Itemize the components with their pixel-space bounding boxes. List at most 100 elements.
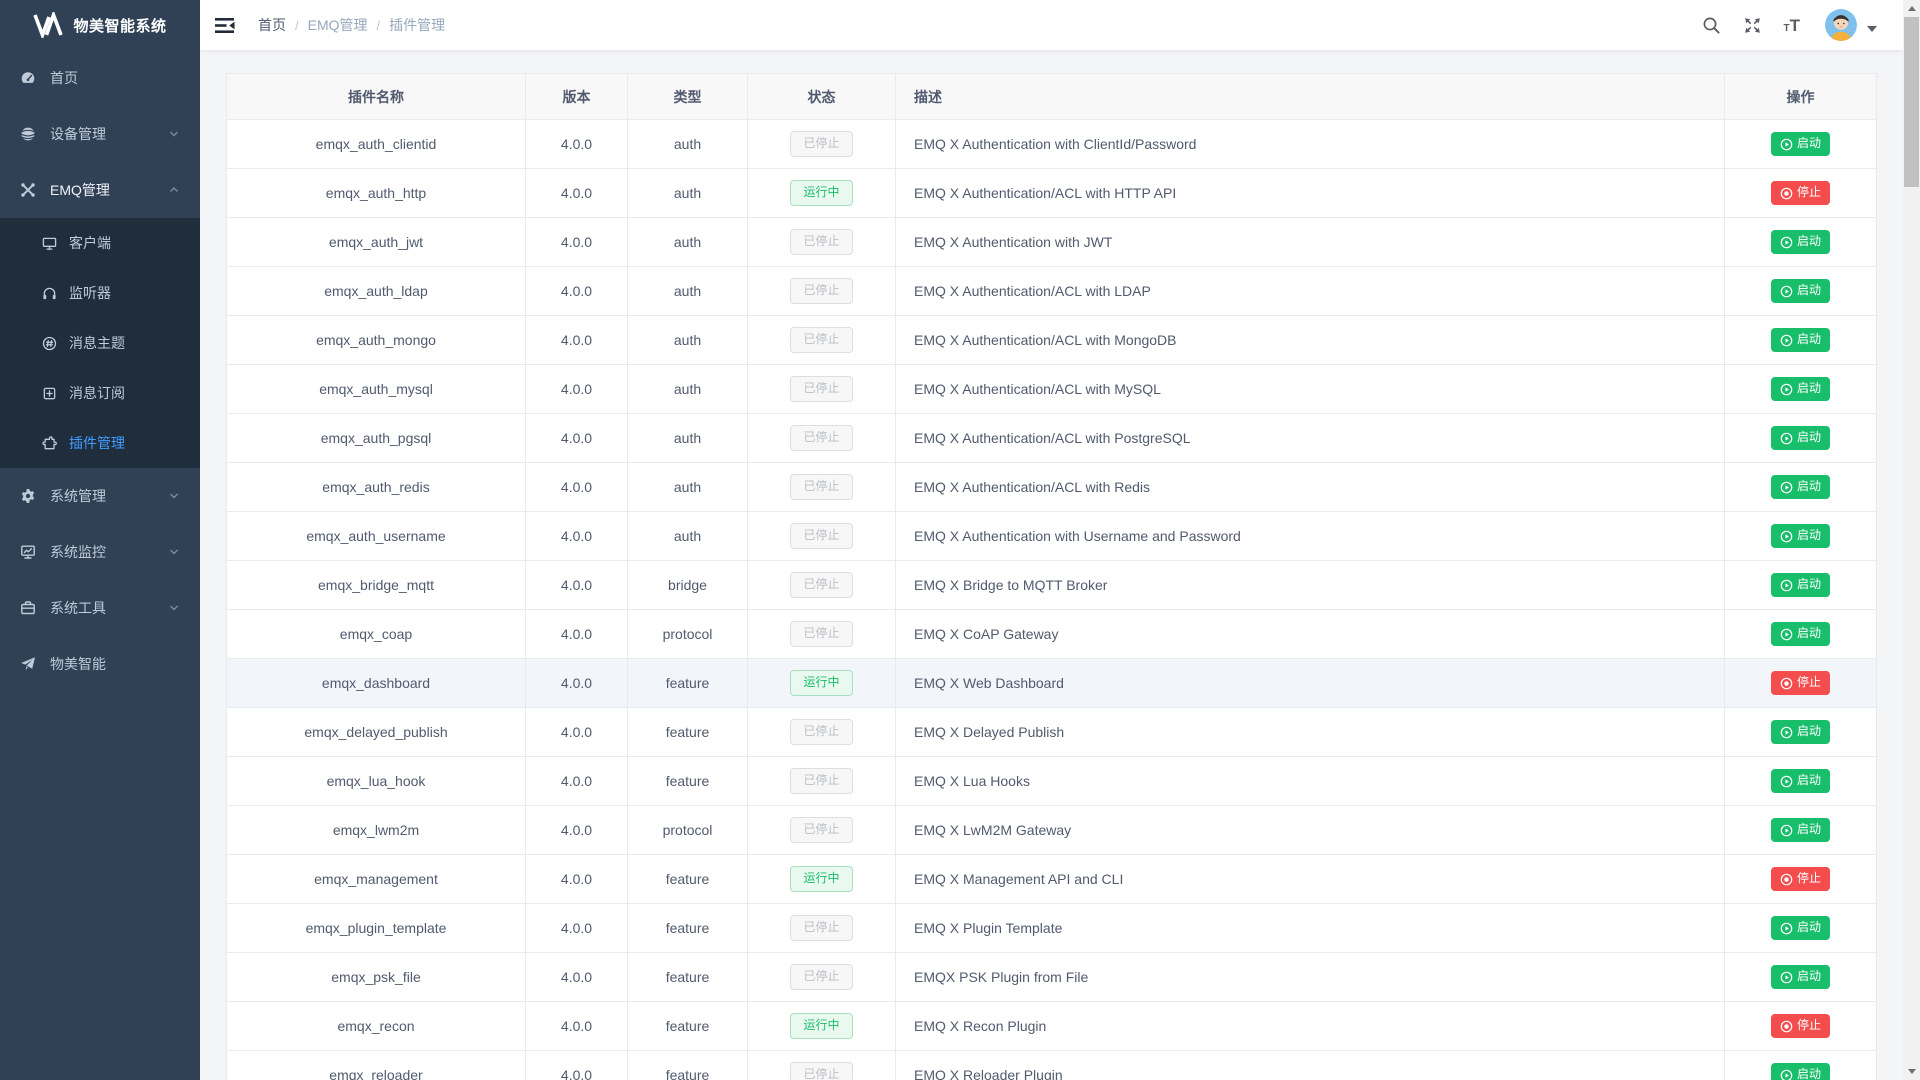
avatar [1825, 9, 1857, 41]
start-plugin-button[interactable]: 启动 [1771, 622, 1830, 645]
status-badge: 已停止 [790, 768, 852, 793]
status-badge: 运行中 [790, 1013, 852, 1038]
start-plugin-button[interactable]: 启动 [1771, 132, 1830, 155]
action-button-label: 启动 [1797, 284, 1821, 297]
caret-down-icon [1867, 26, 1877, 32]
hamburger-fold-icon [215, 17, 235, 34]
vertical-scrollbar[interactable] [1903, 0, 1920, 1080]
sidebar-item-listeners[interactable]: 监听器 [0, 268, 200, 318]
sidebar-item-label: 消息订阅 [69, 383, 180, 403]
main-content: 插件名称 版本 类型 状态 描述 操作 emqx_auth_clientid4.… [200, 50, 1903, 1080]
status-badge: 已停止 [790, 915, 852, 940]
plugin-version: 4.0.0 [561, 773, 592, 789]
start-plugin-button[interactable]: 启动 [1771, 720, 1830, 743]
sidebar-item-system[interactable]: 系统管理 [0, 468, 200, 524]
scrollbar-thumb[interactable] [1904, 17, 1919, 187]
app-title: 物美智能系统 [73, 15, 166, 36]
sidebar-item-monitor[interactable]: 系统监控 [0, 524, 200, 580]
status-badge: 已停止 [790, 474, 852, 499]
scroll-down-arrow-icon[interactable] [1903, 1063, 1920, 1080]
chevron-down-icon [168, 546, 180, 558]
sidebar-item-clients[interactable]: 客户端 [0, 218, 200, 268]
headphones-icon [42, 286, 57, 301]
sidebar-item-emq[interactable]: EMQ管理 [0, 162, 200, 218]
breadcrumb-home[interactable]: 首页 [258, 15, 286, 35]
start-plugin-button[interactable]: 启动 [1771, 377, 1830, 400]
start-plugin-button[interactable]: 启动 [1771, 328, 1830, 351]
app-logo[interactable]: 物美智能系统 [0, 0, 200, 50]
plugin-desc: EMQ X Authentication with Username and P… [914, 528, 1241, 544]
sidebar-item-devices[interactable]: 设备管理 [0, 106, 200, 162]
start-plugin-button[interactable]: 启动 [1771, 279, 1830, 302]
plugin-name: emqx_reloader [329, 1067, 422, 1080]
breadcrumb-separator: / [377, 18, 381, 33]
action-button-label: 启动 [1797, 970, 1821, 983]
start-plugin-button[interactable]: 启动 [1771, 818, 1830, 841]
breadcrumb-emq[interactable]: EMQ管理 [308, 15, 368, 35]
navbar-actions: TT [1691, 0, 1904, 50]
plugin-type: auth [674, 381, 701, 397]
table-row: emqx_dashboard4.0.0feature运行中EMQ X Web D… [227, 659, 1877, 708]
status-badge: 运行中 [790, 180, 852, 205]
plugin-version: 4.0.0 [561, 822, 592, 838]
start-plugin-button[interactable]: 启动 [1771, 573, 1830, 596]
status-badge: 已停止 [790, 229, 852, 254]
play-circle-icon [1780, 1069, 1793, 1080]
start-plugin-button[interactable]: 启动 [1771, 426, 1830, 449]
play-circle-icon [1780, 922, 1793, 935]
action-button-label: 启动 [1797, 235, 1821, 248]
sidebar-item-label: 首页 [50, 68, 180, 88]
col-header-desc: 描述 [896, 74, 1725, 120]
plugin-version: 4.0.0 [561, 724, 592, 740]
sidebar-item-label: 物美智能 [50, 654, 180, 674]
sidebar-item-wumei[interactable]: 物美智能 [0, 636, 200, 692]
chevron-down-icon [168, 128, 180, 140]
plugin-name: emqx_bridge_mqtt [318, 577, 434, 593]
plugin-desc: EMQ X Authentication/ACL with LDAP [914, 283, 1151, 299]
fullscreen-icon [1743, 16, 1762, 35]
sidebar-item-home[interactable]: 首页 [0, 50, 200, 106]
start-plugin-button[interactable]: 启动 [1771, 230, 1830, 253]
sidebar-item-label: 消息主题 [69, 333, 180, 353]
sidebar-item-plugins[interactable]: 插件管理 [0, 418, 200, 468]
stop-plugin-button[interactable]: 停止 [1771, 671, 1830, 694]
sidebar-fold-button[interactable] [200, 0, 250, 50]
start-plugin-button[interactable]: 启动 [1771, 1063, 1830, 1080]
sidebar-item-topics[interactable]: 消息主题 [0, 318, 200, 368]
start-plugin-button[interactable]: 启动 [1771, 769, 1830, 792]
plugin-type: bridge [668, 577, 707, 593]
scroll-up-arrow-icon[interactable] [1903, 0, 1920, 17]
fullscreen-button[interactable] [1732, 0, 1773, 50]
start-plugin-button[interactable]: 启动 [1771, 916, 1830, 939]
top-navbar: 首页 / EMQ管理 / 插件管理 TT [200, 0, 1903, 50]
stop-plugin-button[interactable]: 停止 [1771, 181, 1830, 204]
action-button-label: 启动 [1797, 1068, 1821, 1080]
user-menu[interactable] [1825, 9, 1877, 41]
plugin-type: feature [666, 1067, 710, 1080]
table-row: emqx_auth_redis4.0.0auth已停止EMQ X Authent… [227, 463, 1877, 512]
sidebar-item-subscriptions[interactable]: 消息订阅 [0, 368, 200, 418]
plugin-desc: EMQ X CoAP Gateway [914, 626, 1058, 642]
search-button[interactable] [1691, 0, 1732, 50]
plugin-version: 4.0.0 [561, 185, 592, 201]
table-row: emqx_auth_mysql4.0.0auth已停止EMQ X Authent… [227, 365, 1877, 414]
status-badge: 已停止 [790, 572, 852, 597]
plugin-name: emqx_auth_redis [322, 479, 429, 495]
plugin-version: 4.0.0 [561, 969, 592, 985]
stop-plugin-button[interactable]: 停止 [1771, 1014, 1830, 1037]
action-button-label: 启动 [1797, 431, 1821, 444]
sidebar-item-tools[interactable]: 系统工具 [0, 580, 200, 636]
status-badge: 运行中 [790, 866, 852, 891]
start-plugin-button[interactable]: 启动 [1771, 965, 1830, 988]
plugin-name: emqx_auth_pgsql [321, 430, 432, 446]
plugin-type: protocol [663, 626, 713, 642]
stop-circle-icon [1780, 1020, 1793, 1033]
play-circle-icon [1780, 579, 1793, 592]
chevron-down-icon [168, 602, 180, 614]
action-button-label: 启动 [1797, 627, 1821, 640]
start-plugin-button[interactable]: 启动 [1771, 524, 1830, 547]
stop-plugin-button[interactable]: 停止 [1771, 867, 1830, 890]
start-plugin-button[interactable]: 启动 [1771, 475, 1830, 498]
status-badge: 已停止 [790, 278, 852, 303]
font-size-button[interactable]: TT [1773, 0, 1812, 50]
